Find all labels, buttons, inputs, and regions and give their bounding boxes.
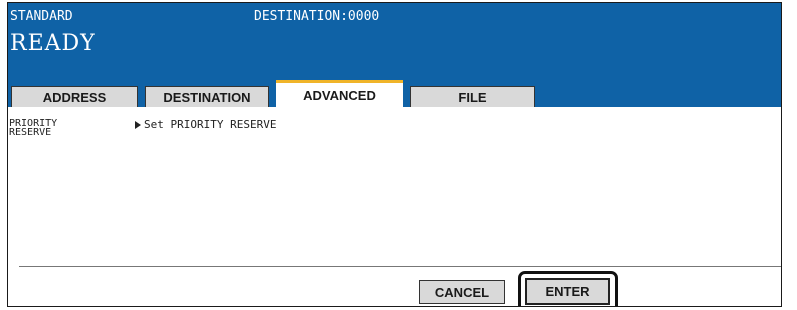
play-arrow-icon [135, 121, 141, 129]
tab-destination[interactable]: DESTINATION [145, 86, 269, 107]
tab-address[interactable]: ADDRESS [11, 86, 138, 107]
priority-reserve-setting[interactable]: Set PRIORITY RESERVE [135, 119, 276, 131]
cancel-button[interactable]: CANCEL [419, 280, 505, 304]
destination-counter: DESTINATION:0000 [254, 9, 380, 24]
advanced-settings-panel: PRIORITY RESERVE Set PRIORITY RESERVE CA… [8, 108, 781, 306]
setting-value-text: Set PRIORITY RESERVE [144, 118, 277, 131]
footer-divider [19, 266, 781, 267]
status-header: STANDARD DESTINATION:0000 READY ADDRESS … [8, 3, 781, 108]
mode-label: STANDARD [10, 9, 73, 24]
enter-button[interactable]: ENTER [525, 278, 610, 305]
copier-panel-screen: STANDARD DESTINATION:0000 READY ADDRESS … [7, 2, 782, 307]
machine-status: READY [10, 31, 96, 56]
tab-advanced[interactable]: ADVANCED [276, 80, 403, 108]
setting-label-line2: RESERVE [9, 127, 52, 138]
tab-file[interactable]: FILE [410, 86, 535, 107]
